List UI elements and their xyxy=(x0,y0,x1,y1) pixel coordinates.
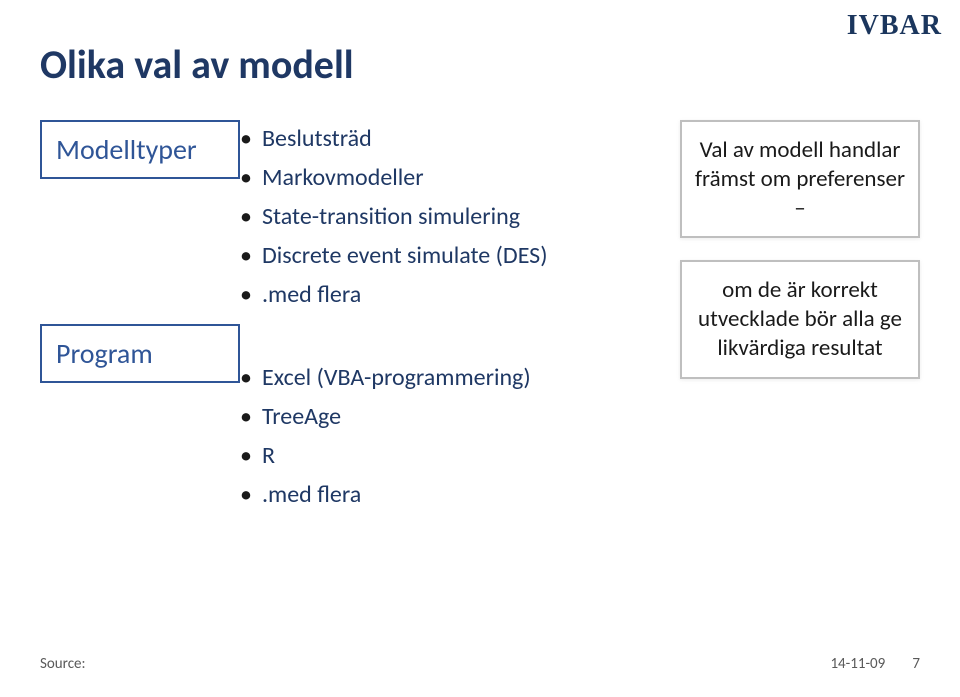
footer-right: 14-11-09 7 xyxy=(830,655,920,673)
footer-page: 7 xyxy=(912,655,920,673)
footer: Source: 14-11-09 7 xyxy=(40,655,920,673)
list-item-text: .med flera xyxy=(262,280,361,309)
callout-result: om de är korrekt utvecklade bör alla ge … xyxy=(680,260,920,378)
footer-source: Source: xyxy=(40,655,86,673)
list-item-text: Beslutsträd xyxy=(262,124,372,153)
slide: IVBAR Olika val av modell Modelltyper Pr… xyxy=(0,0,960,697)
left-column: Modelltyper Program xyxy=(40,120,240,519)
list-item: •Excel (VBA-programmering) xyxy=(240,363,670,392)
list-item-text: R xyxy=(262,441,275,470)
list-item: •R xyxy=(240,441,670,470)
list-item: •Markovmodeller xyxy=(240,163,670,192)
page-title: Olika val av modell xyxy=(40,40,354,89)
footer-date: 14-11-09 xyxy=(830,655,885,673)
list-modelltyper: •Beslutsträd •Markovmodeller •State-tran… xyxy=(240,124,670,319)
list-item-text: .med flera xyxy=(262,480,361,509)
list-program: •Excel (VBA-programmering) •TreeAge •R •… xyxy=(240,363,670,519)
middle-column: •Beslutsträd •Markovmodeller •State-tran… xyxy=(240,120,670,519)
list-item: •TreeAge xyxy=(240,402,670,431)
list-item-text: State-transition simulering xyxy=(262,202,520,231)
list-item-text: TreeAge xyxy=(262,402,341,431)
list-item-text: Excel (VBA-programmering) xyxy=(262,363,531,392)
list-item: •Beslutsträd xyxy=(240,124,670,153)
list-item: •Discrete event simulate (DES) xyxy=(240,241,670,270)
list-item: •.med flera xyxy=(240,480,670,509)
box-modelltyper: Modelltyper xyxy=(40,120,240,179)
list-item-text: Markovmodeller xyxy=(262,163,424,192)
content-row: Modelltyper Program •Beslutsträd •Markov… xyxy=(40,120,920,519)
list-item: •.med flera xyxy=(240,280,670,309)
brand-logo: IVBAR xyxy=(847,10,942,42)
gap xyxy=(40,179,240,284)
list-item-text: Discrete event simulate (DES) xyxy=(262,241,547,270)
right-column: Val av modell handlar främst om preferen… xyxy=(670,120,920,519)
spacer xyxy=(240,319,670,359)
box-program: Program xyxy=(40,324,240,383)
callout-preference: Val av modell handlar främst om preferen… xyxy=(680,120,920,238)
list-item: •State-transition simulering xyxy=(240,202,670,231)
